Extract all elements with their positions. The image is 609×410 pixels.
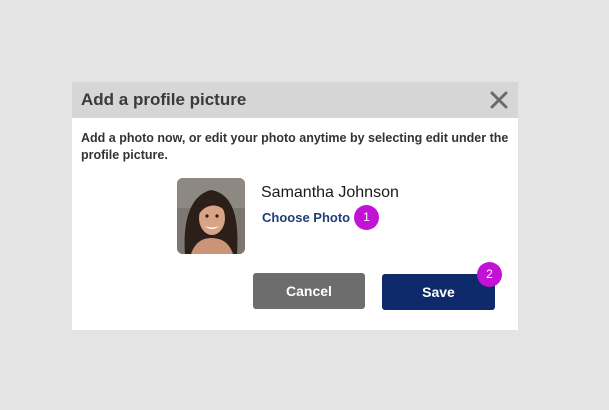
step-badge-1: 1 bbox=[354, 205, 379, 230]
dialog-title: Add a profile picture bbox=[81, 90, 247, 109]
profile-picture-dialog: Add a profile picture Add a photo now, o… bbox=[72, 82, 518, 330]
cancel-button[interactable]: Cancel bbox=[253, 273, 365, 309]
step-badge-2: 2 bbox=[477, 262, 502, 287]
dialog-header: Add a profile picture bbox=[72, 82, 518, 118]
choose-photo-link[interactable]: Choose Photo bbox=[262, 210, 350, 225]
dialog-description: Add a photo now, or edit your photo anyt… bbox=[81, 131, 509, 162]
close-icon[interactable] bbox=[486, 87, 512, 113]
avatar bbox=[177, 178, 245, 254]
user-name: Samantha Johnson bbox=[261, 184, 399, 201]
